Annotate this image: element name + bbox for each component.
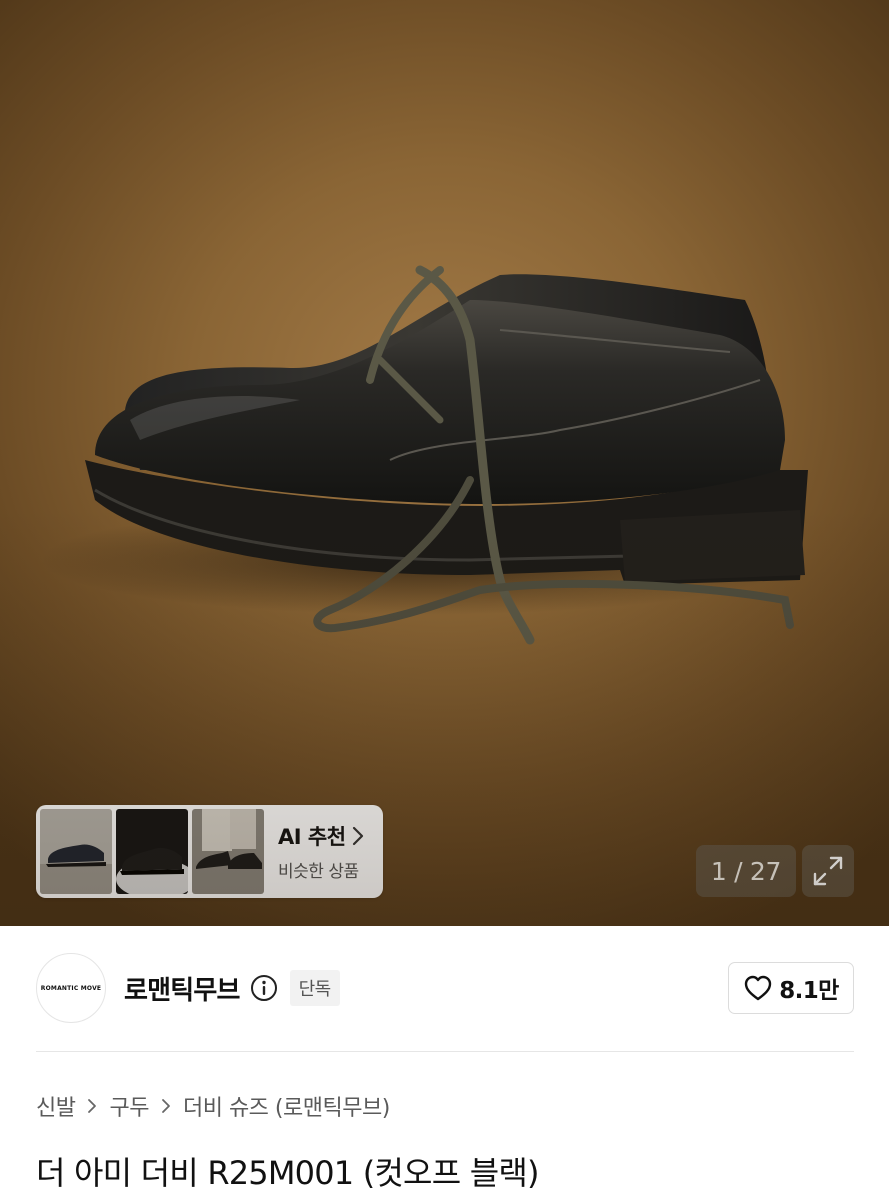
brand-name-link[interactable]: 로맨틱무브 [124,970,240,1007]
chevron-right-icon [161,1098,171,1114]
chevron-right-icon [87,1098,97,1114]
brand-logo-text: ROMANTIC MOVE [40,984,102,992]
breadcrumb: 신발 구두 더비 슈즈 (로맨틱무브) [36,1090,390,1122]
shoe-illustration [40,265,808,645]
image-counter: 1 / 27 [696,845,796,897]
product-title: 더 아미 더비 R25M001 (컷오프 블랙) [36,1154,539,1192]
brand-logo[interactable]: ROMANTIC MOVE [36,953,106,1023]
shoe-thumbnail-icon [40,809,112,894]
brand-row: ROMANTIC MOVE 로맨틱무브 단독 8.1만 [36,953,854,1023]
expand-icon [813,856,843,886]
shoe-thumbnail-icon [116,809,188,894]
ai-recommend-title: AI 추천 [278,825,346,849]
breadcrumb-item[interactable]: 구두 [109,1090,149,1122]
breadcrumb-item[interactable]: 신발 [36,1090,76,1122]
chevron-right-icon [352,826,363,846]
ai-thumb-2[interactable] [116,809,188,894]
divider [36,1051,854,1052]
like-count: 8.1만 [779,978,839,1004]
ai-recommend-card[interactable]: AI 추천 비슷한 상품 [36,805,383,898]
shoe-thumbnail-icon [192,809,264,894]
exclusive-badge: 단독 [289,970,340,1006]
product-image[interactable]: AI 추천 비슷한 상품 1 / 27 [0,0,889,926]
breadcrumb-item[interactable]: 더비 슈즈 (로맨틱무브) [183,1090,390,1122]
expand-button[interactable] [802,845,854,897]
info-icon[interactable] [250,974,278,1002]
ai-thumb-3[interactable] [192,809,264,894]
ai-recommend-subtitle: 비슷한 상품 [278,862,359,882]
like-button[interactable]: 8.1만 [728,962,854,1014]
heart-icon [745,975,772,1001]
ai-thumb-1[interactable] [40,809,112,894]
